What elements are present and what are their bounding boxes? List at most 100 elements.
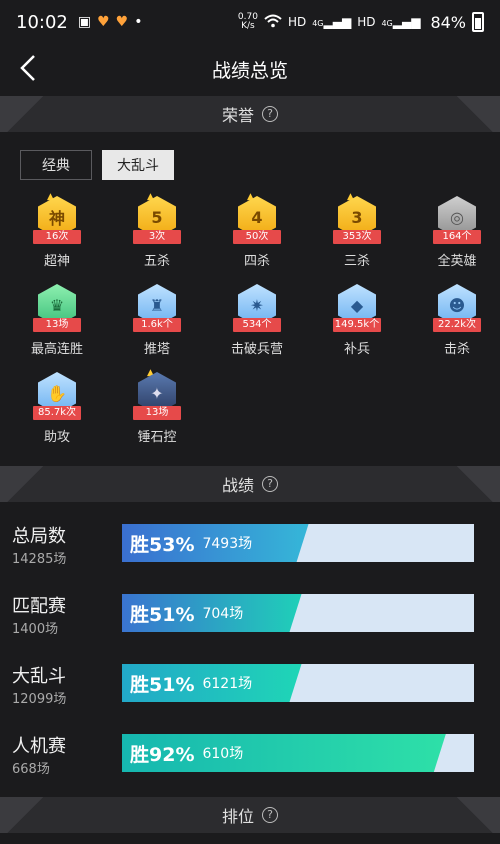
net-speed: 0.70 K/s (237, 12, 258, 31)
win-rate-text: 胜51% (130, 603, 195, 626)
honor-item[interactable]: ♜ 1.6k个推塔 (107, 284, 207, 364)
rank-section-header: 排位 ? (0, 797, 500, 833)
honor-section-header: 荣誉 ? (0, 96, 500, 132)
signal-icon-1: 4G▂▄▆ (312, 15, 352, 29)
status-bar: 10:02 ▣ ♥ ♥ • 0.70 K/s HD 4G▂▄▆ HD 4G▂▄▆… (0, 0, 500, 44)
honor-label: 超神 (43, 254, 70, 269)
honor-label: 击杀 (443, 342, 470, 357)
penta-kill-badge-icon: ▲ 5 3次 (129, 192, 185, 248)
mode-tabs: 经典 大乱斗 (20, 150, 174, 180)
honor-label: 五杀 (143, 254, 170, 269)
tab-aram[interactable]: 大乱斗 (102, 150, 174, 180)
thresh-badge-icon: ▲ ✦ 13场 (129, 368, 185, 424)
tab-classic[interactable]: 经典 (20, 150, 92, 180)
record-help-icon[interactable]: ? (262, 476, 278, 492)
honor-label: 四杀 (243, 254, 270, 269)
honor-item[interactable]: ◎ 164个全英雄 (407, 196, 500, 276)
wins-count: 6121场 (202, 676, 253, 692)
win-rate-bar: 胜51% 6121场 (122, 664, 474, 702)
app-notification-icon: ♥ (97, 14, 110, 30)
honor-item[interactable]: ▲ ✦ 13场锤石控 (107, 368, 207, 452)
record-row[interactable]: 匹配赛 1400场 胜51% 704场 (0, 590, 500, 648)
record-mode-name: 人机赛 (12, 736, 66, 757)
honor-label: 补兵 (343, 342, 370, 357)
wins-count: 704场 (202, 606, 244, 622)
honor-value: 149.5k个 (333, 318, 381, 332)
record-section-header: 战绩 ? (0, 466, 500, 502)
honor-item[interactable]: ☻ 22.2k次击杀 (407, 284, 500, 364)
record-row[interactable]: 大乱斗 12099场 胜51% 6121场 (0, 660, 500, 718)
page-title: 战绩总览 (211, 59, 288, 82)
win-rate-bar: 胜92% 610场 (122, 734, 474, 772)
signal-icon-2: 4G▂▄▆ (381, 15, 421, 29)
honor-value: 3次 (133, 230, 181, 244)
record-total-games: 668场 (12, 762, 50, 777)
win-rate-bar: 胜53% 7493场 (122, 524, 474, 562)
honor-value: 13场 (133, 406, 181, 420)
win-rate-text: 胜51% (130, 673, 195, 696)
honor-value: 50次 (233, 230, 281, 244)
honor-label: 三杀 (343, 254, 370, 269)
honor-label: 击破兵营 (230, 342, 283, 357)
status-time: 10:02 (16, 11, 68, 33)
all-heroes-badge-icon: ◎ 164个 (429, 196, 485, 248)
record-row[interactable]: 人机赛 668场 胜92% 610场 (0, 730, 500, 788)
honor-item[interactable]: ✋ 85.7k次助攻 (7, 372, 107, 452)
honor-value: 353次 (333, 230, 381, 244)
app-notification-icon-2: ♥ (115, 14, 129, 30)
honor-item[interactable]: ▲ 4 50次四杀 (207, 192, 307, 276)
wifi-icon (264, 14, 282, 31)
hd-label-1: HD (287, 15, 307, 29)
honor-item[interactable]: ▲ 神 16次超神 (7, 192, 107, 276)
honor-label: 最高连胜 (30, 342, 83, 357)
more-notifications-dot-icon: • (134, 14, 143, 30)
record-row[interactable]: 总局数 14285场 胜53% 7493场 (0, 520, 500, 578)
honor-item[interactable]: ✷ 534个击破兵营 (207, 284, 307, 364)
honor-label: 助攻 (43, 430, 70, 445)
image-notification-icon: ▣ (77, 14, 92, 30)
honor-item[interactable]: ◆ 149.5k个补兵 (307, 284, 407, 364)
honor-label: 推塔 (143, 342, 170, 357)
quadra-kill-badge-icon: ▲ 4 50次 (229, 192, 285, 248)
record-mode-name: 大乱斗 (12, 666, 66, 687)
win-rate-text: 胜53% (130, 533, 195, 556)
status-right: 0.70 K/s HD 4G▂▄▆ HD 4G▂▄▆ 84% (238, 12, 484, 32)
assist-badge-icon: ✋ 85.7k次 (29, 372, 85, 424)
barracks-badge-icon: ✷ 534个 (229, 284, 285, 336)
honor-value: 13场 (33, 318, 81, 332)
hd-label-2: HD (357, 15, 376, 29)
rank-help-icon[interactable]: ? (262, 807, 278, 823)
honor-value: 164个 (433, 230, 481, 244)
honor-section-title: 荣誉 (221, 106, 254, 125)
honor-value: 22.2k次 (433, 318, 481, 332)
record-total-games: 1400场 (12, 622, 59, 637)
wins-count: 610场 (202, 746, 244, 762)
tower-push-badge-icon: ♜ 1.6k个 (129, 284, 185, 336)
honor-label: 全英雄 (437, 254, 477, 269)
honor-value: 85.7k次 (33, 406, 81, 420)
battery-percent: 84% (430, 12, 466, 32)
record-total-games: 14285场 (12, 552, 67, 567)
honor-item[interactable]: ▲ 5 3次五杀 (107, 192, 207, 276)
honor-item[interactable]: ▲ 3 353次三杀 (307, 192, 407, 276)
back-button[interactable] (12, 52, 44, 84)
win-streak-badge-icon: ♛ 13场 (29, 284, 85, 336)
last-hit-badge-icon: ◆ 149.5k个 (329, 284, 385, 336)
win-rate-text: 胜92% (130, 743, 195, 766)
notification-icons: ▣ ♥ ♥ • (78, 14, 143, 30)
top-nav: 战绩总览 (0, 44, 500, 94)
record-section-title: 战绩 (221, 476, 254, 495)
honor-value: 16次 (33, 230, 81, 244)
honor-help-icon[interactable]: ? (262, 106, 278, 122)
record-mode-name: 匹配赛 (12, 596, 66, 617)
honor-value: 1.6k个 (133, 318, 181, 332)
record-mode-name: 总局数 (12, 526, 66, 547)
triple-kill-badge-icon: ▲ 3 353次 (329, 192, 385, 248)
record-total-games: 12099场 (12, 692, 67, 707)
kill-badge-icon: ☻ 22.2k次 (429, 284, 485, 336)
win-rate-bar: 胜51% 704场 (122, 594, 474, 632)
honor-label: 锤石控 (137, 430, 177, 445)
honor-item[interactable]: ♛ 13场最高连胜 (7, 284, 107, 364)
super-god-badge-icon: ▲ 神 16次 (29, 192, 85, 248)
battery-icon (472, 12, 484, 32)
